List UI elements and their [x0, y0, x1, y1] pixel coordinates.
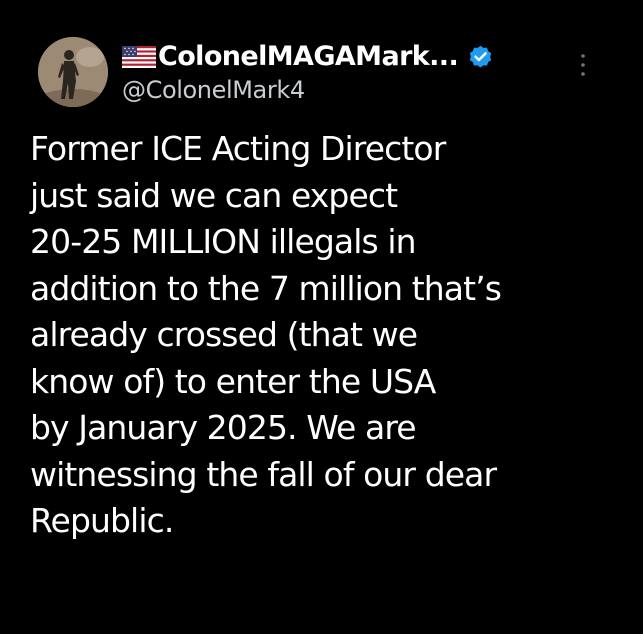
- verified-badge-icon: [467, 44, 494, 71]
- tweet-text-line: know of) to enter the USA: [30, 361, 436, 401]
- tweet-card: ColonelMAGAMark... @ColonelMark4 Former …: [0, 0, 643, 634]
- tweet-text: Former ICE Acting Director just said we …: [30, 126, 630, 545]
- tweet-text-line: witnessing the fall of our dear: [30, 454, 497, 494]
- us-flag-icon: [122, 46, 156, 68]
- author-handle[interactable]: @ColonelMark4: [122, 76, 305, 104]
- avatar-image: [38, 37, 108, 107]
- tweet-text-line: just said we can expect: [30, 175, 398, 215]
- avatar[interactable]: [38, 37, 108, 107]
- author-name-row[interactable]: ColonelMAGAMark...: [122, 38, 494, 74]
- tweet-text-line: by January 2025. We are: [30, 408, 417, 447]
- tweet-text-line: addition to the 7 million that’s: [30, 268, 502, 308]
- tweet-text-line: Former ICE Acting Director: [30, 129, 446, 168]
- tweet-text-line: Republic.: [30, 501, 174, 540]
- more-options-icon[interactable]: [578, 52, 588, 78]
- author-display-name[interactable]: ColonelMAGAMark...: [158, 41, 459, 72]
- tweet-text-line: already crossed (that we: [30, 315, 418, 354]
- tweet-text-line: 20-25 MILLION illegals in: [30, 222, 417, 261]
